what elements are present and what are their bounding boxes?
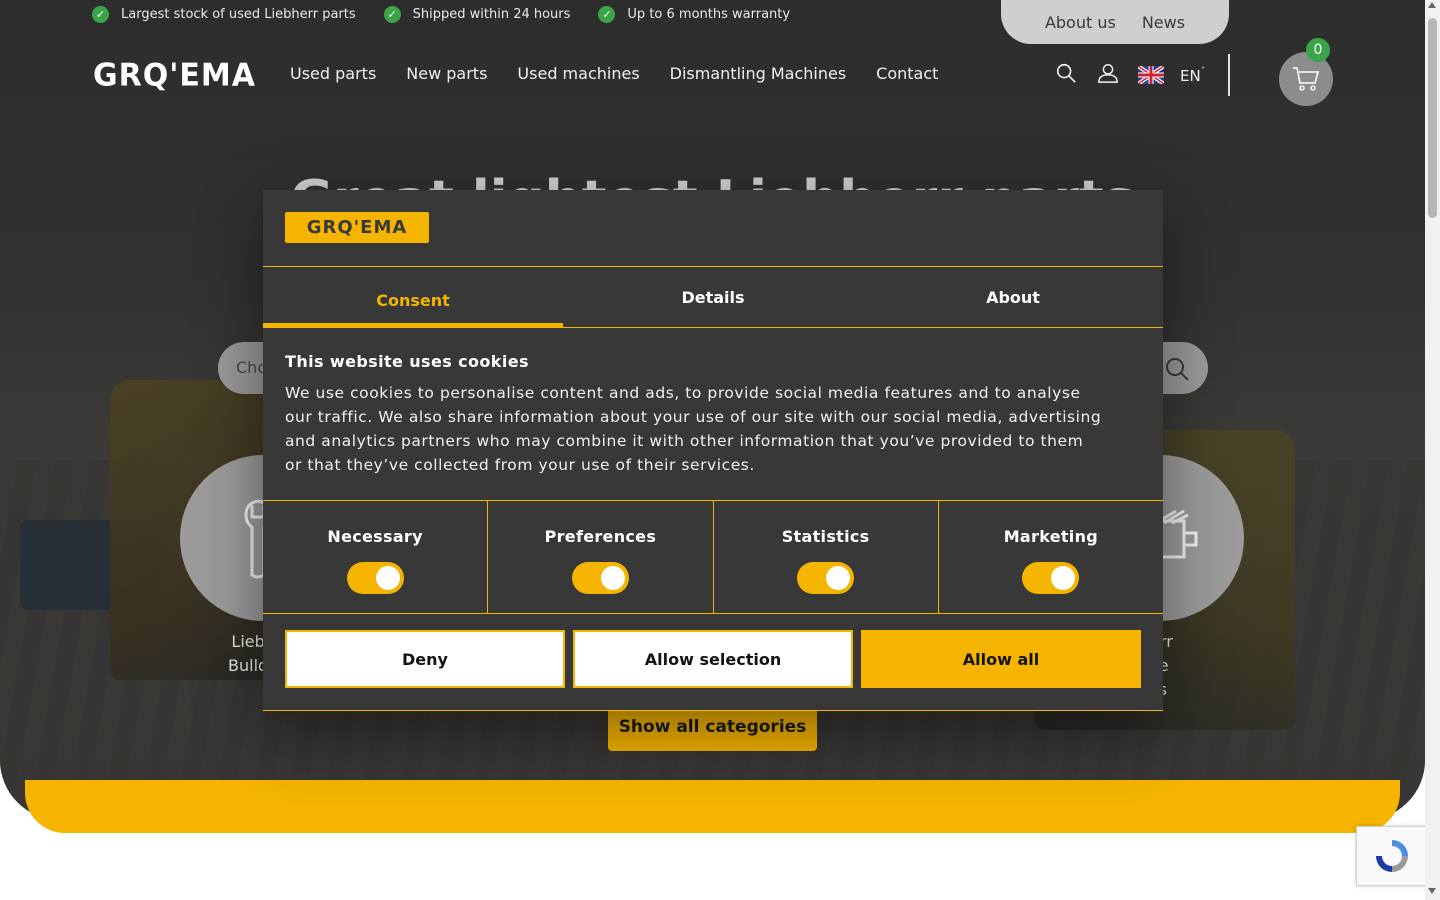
nav-contact[interactable]: Contact	[876, 64, 938, 83]
check-icon: ✓	[598, 6, 616, 23]
toggle-label: Marketing	[1003, 527, 1099, 546]
hero-yellow-strip	[25, 780, 1400, 833]
chevron-down-icon: ˇ	[1200, 67, 1206, 77]
benefit-item: ✓ Largest stock of used Liebherr parts	[92, 6, 356, 23]
about-us-link[interactable]: About us	[1045, 13, 1116, 32]
benefit-item: ✓ Shipped within 24 hours	[383, 6, 571, 23]
scroll-up-arrow-icon[interactable]	[1428, 2, 1436, 8]
toggle-statistics: Statistics	[714, 501, 939, 613]
cookie-consent-dialog: GRQ'EMA Consent Details About This websi…	[263, 190, 1163, 711]
toggle-label: Statistics	[781, 527, 870, 546]
switch-knob	[375, 566, 400, 590]
scroll-down-arrow-icon[interactable]	[1428, 888, 1436, 894]
uk-flag-icon[interactable]	[1138, 66, 1164, 84]
switch-knob	[1051, 566, 1076, 590]
benefit-text: Shipped within 24 hours	[412, 7, 571, 22]
toggle-preferences: Preferences	[488, 501, 714, 613]
dialog-logo: GRQ'EMA	[285, 212, 429, 243]
dialog-title: This website uses cookies	[285, 352, 529, 371]
header-divider	[1228, 54, 1230, 96]
tab-about[interactable]: About	[863, 267, 1163, 327]
dialog-tabs: Consent Details About	[263, 267, 1163, 327]
necessary-switch[interactable]	[346, 562, 404, 594]
dialog-buttons: Deny Allow selection Allow all	[285, 630, 1141, 688]
benefit-text: Largest stock of used Liebherr parts	[121, 7, 356, 22]
language-selector[interactable]: ENˇ	[1180, 67, 1205, 85]
cart-button[interactable]	[1279, 52, 1333, 106]
dialog-logo-text: GRQ'EMA	[306, 217, 408, 238]
switch-knob	[600, 566, 625, 590]
search-icon[interactable]	[1055, 62, 1077, 84]
divider	[263, 327, 1163, 328]
tab-details[interactable]: Details	[563, 267, 863, 327]
check-icon: ✓	[383, 6, 401, 23]
cart-icon	[1293, 67, 1320, 91]
news-link[interactable]: News	[1142, 13, 1185, 32]
dialog-body-text: We use cookies to personalise content an…	[285, 384, 1102, 474]
user-icon[interactable]	[1097, 62, 1119, 84]
scrollbar-thumb[interactable]	[1428, 18, 1437, 218]
nav-used-machines[interactable]: Used machines	[517, 64, 639, 83]
recaptcha-badge[interactable]	[1356, 826, 1426, 886]
switch-knob	[826, 566, 851, 590]
deny-button[interactable]: Deny	[285, 630, 565, 688]
preferences-switch[interactable]	[571, 562, 629, 594]
benefit-text: Up to 6 months warranty	[627, 7, 791, 22]
recaptcha-icon	[1375, 840, 1408, 872]
cart-count-badge: 0	[1306, 38, 1330, 62]
cookie-toggles: Necessary Preferences Statistics Marketi…	[263, 500, 1163, 614]
allow-all-button[interactable]: Allow all	[861, 630, 1141, 688]
statistics-switch[interactable]	[797, 562, 855, 594]
nav-new-parts[interactable]: New parts	[406, 64, 487, 83]
toggle-label: Preferences	[544, 527, 657, 546]
benefit-item: ✓ Up to 6 months warranty	[598, 6, 790, 23]
check-icon: ✓	[92, 6, 109, 23]
toggle-marketing: Marketing	[939, 501, 1163, 613]
benefits-bar: ✓ Largest stock of used Liebherr parts ✓…	[92, 6, 790, 23]
toggle-necessary: Necessary	[263, 501, 489, 613]
nav-used-parts[interactable]: Used parts	[290, 64, 376, 83]
tab-consent[interactable]: Consent	[263, 267, 563, 327]
allow-selection-button[interactable]: Allow selection	[573, 630, 853, 688]
logo-text: GRQ'EMA	[93, 56, 256, 94]
search-icon[interactable]	[1164, 356, 1190, 382]
toggle-label: Necessary	[327, 527, 423, 546]
site-logo[interactable]: GRQ'EMA	[93, 57, 256, 94]
nav-dismantling-machines[interactable]: Dismantling Machines	[670, 64, 847, 83]
main-nav: Used parts New parts Used machines Disma…	[290, 64, 938, 83]
top-links: About us News	[1001, 0, 1229, 44]
language-code: EN	[1180, 67, 1201, 85]
marketing-switch[interactable]	[1022, 562, 1080, 594]
